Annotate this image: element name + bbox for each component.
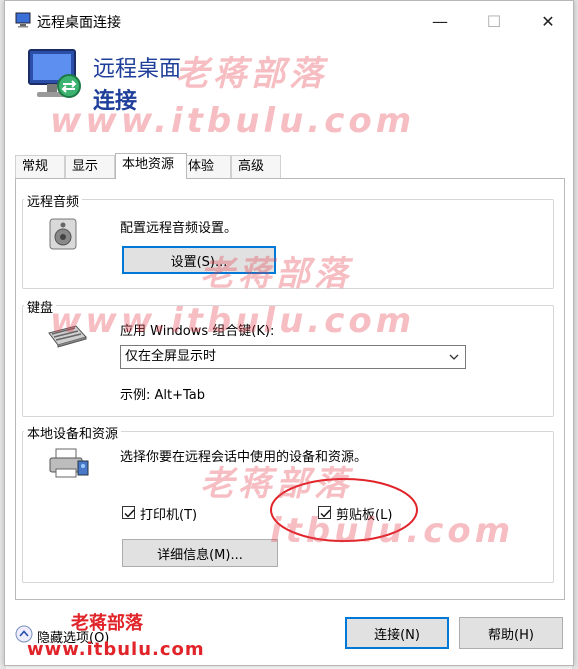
annotation-ellipse (270, 478, 418, 542)
watermark-cn-top: 老蒋部落 (175, 54, 327, 94)
tab-experience[interactable]: 体验 (181, 155, 231, 178)
printer-label[interactable]: 打印机(T) (140, 504, 197, 523)
check-icon (124, 509, 135, 518)
group-keyboard-title: 键盘 (24, 297, 57, 316)
tab-advanced[interactable]: 高级 (231, 155, 281, 178)
remote-desktop-monitor-icon (28, 49, 81, 98)
connect-button[interactable]: 连接(N) (345, 617, 449, 649)
banner-title-line2: 连接 (93, 89, 138, 114)
window-title: 远程桌面连接 (37, 15, 121, 31)
tab-local-resources[interactable]: 本地资源 (115, 153, 187, 179)
printer-icon (49, 448, 89, 478)
audio-settings-button[interactable]: 设置(S)... (122, 246, 276, 274)
tab-display[interactable]: 显示 (65, 155, 115, 178)
banner-title-line1: 远程桌面 (93, 57, 182, 82)
devices-description: 选择你要在远程会话中使用的设备和资源。 (120, 450, 368, 465)
minimize-button[interactable]: — (417, 1, 463, 41)
close-button[interactable]: ✕ (525, 1, 571, 41)
keyboard-combo-selected: 仅在全屏显示时 (125, 349, 217, 364)
group-remote-audio (22, 199, 554, 289)
group-remote-audio-title: 远程音频 (24, 191, 83, 210)
printer-checkbox[interactable] (122, 506, 135, 519)
audio-description: 配置远程音频设置。 (120, 221, 238, 236)
remote-desktop-window: 远程桌面连接 — ☐ ✕ 远程桌面 连接 常规 显示 本地资源 体验 高级 远程… (4, 0, 574, 666)
help-button[interactable]: 帮助(H) (459, 617, 563, 649)
maximize-button[interactable]: ☐ (471, 1, 517, 41)
details-button[interactable]: 详细信息(M)... (122, 539, 278, 567)
speaker-icon (49, 218, 77, 250)
tab-general[interactable]: 常规 (15, 155, 65, 178)
keyboard-combo-label: 应用 Windows 组合键(K): (120, 324, 275, 339)
keyboard-example: 示例: Alt+Tab (120, 388, 206, 403)
chevron-down-icon (449, 354, 459, 360)
remote-desktop-app-icon (15, 12, 31, 28)
watermark-cn-footer: 老蒋部落 (71, 613, 143, 634)
keyboard-combo-select[interactable]: 仅在全屏显示时 (120, 345, 466, 369)
watermark-en-footer: www.itbulu.com (27, 639, 205, 660)
title-bar: 远程桌面连接 — ☐ ✕ (5, 1, 573, 41)
keyboard-icon (48, 325, 87, 348)
group-local-devices-title: 本地设备和资源 (24, 423, 122, 442)
